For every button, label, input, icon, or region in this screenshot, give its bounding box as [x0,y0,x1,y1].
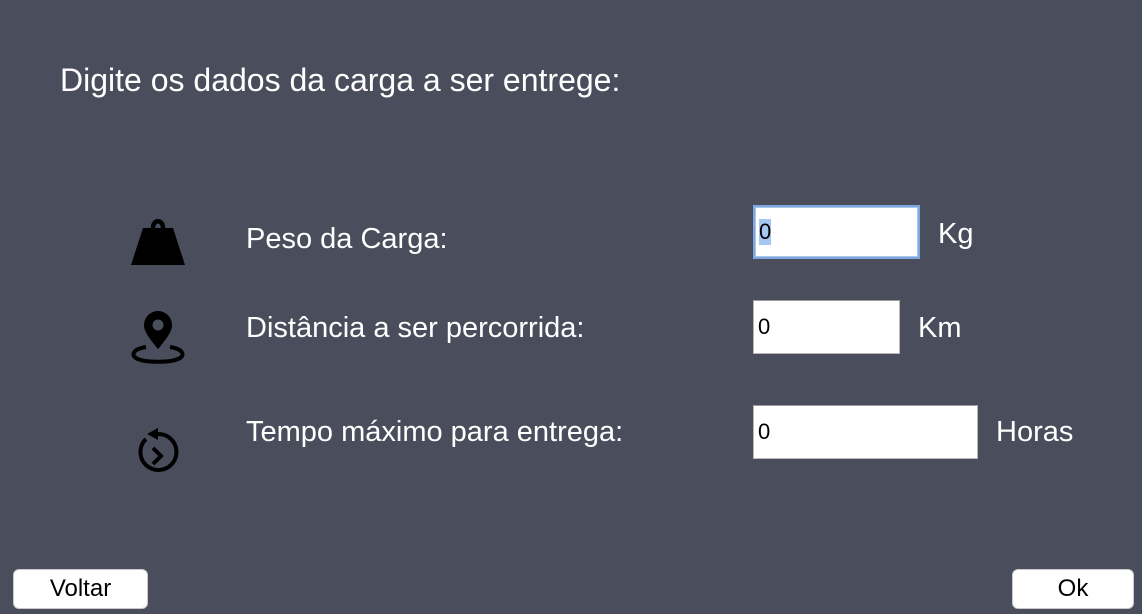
weight-icon [131,219,185,265]
distance-label: Distância a ser percorrida: [246,312,585,344]
weight-input[interactable] [753,205,920,259]
weight-unit: Kg [938,218,974,250]
timer-icon [138,428,179,472]
time-unit: Horas [996,416,1074,448]
page-title: Digite os dados da carga a ser entrege: [60,62,621,98]
time-label: Tempo máximo para entrega: [246,416,624,448]
distance-input[interactable] [753,300,900,354]
distance-unit: Km [918,312,962,344]
weight-label: Peso da Carga: [246,223,448,255]
time-input[interactable] [753,405,978,459]
ok-button[interactable]: Ok [1012,569,1134,609]
map-pin-icon [131,311,185,364]
back-button[interactable]: Voltar [13,569,148,609]
